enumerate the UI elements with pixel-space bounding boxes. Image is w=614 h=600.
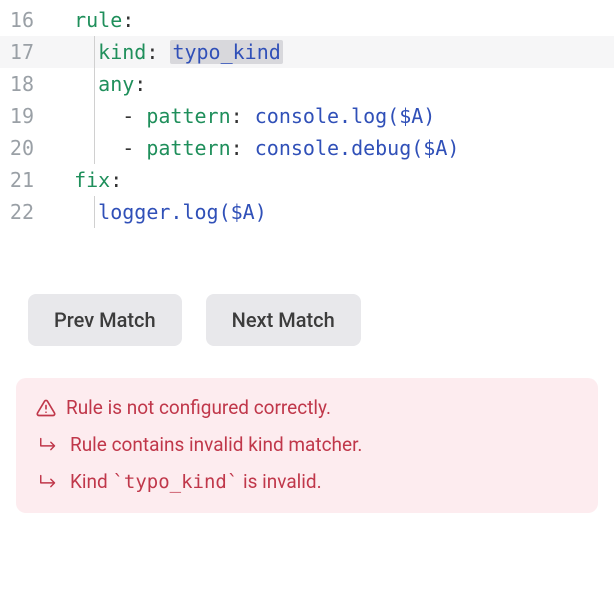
warning-icon bbox=[36, 398, 56, 418]
code-line[interactable]: 20 - pattern: console.debug($A) bbox=[0, 132, 614, 164]
code-line[interactable]: 17 kind: typo_kind bbox=[0, 36, 614, 68]
indent-guide bbox=[94, 36, 95, 68]
error-sub-2-text: Kind `typo_kind` is invalid. bbox=[70, 470, 322, 493]
controls-panel: Prev Match Next Match bbox=[0, 276, 614, 358]
error-sub-1-text: Rule contains invalid kind matcher. bbox=[70, 433, 362, 456]
next-match-button[interactable]: Next Match bbox=[206, 294, 361, 346]
line-number: 19 bbox=[0, 100, 50, 132]
code-line[interactable]: 16 rule: bbox=[0, 4, 614, 36]
line-number: 21 bbox=[0, 164, 50, 196]
code-line[interactable]: 19 - pattern: console.log($A) bbox=[0, 100, 614, 132]
code-content[interactable]: fix: bbox=[50, 164, 614, 196]
reply-arrow-icon bbox=[38, 436, 60, 454]
reply-arrow-icon bbox=[38, 473, 60, 491]
code-content[interactable]: kind: typo_kind bbox=[50, 36, 614, 68]
line-number: 20 bbox=[0, 132, 50, 164]
code-content[interactable]: any: bbox=[50, 68, 614, 100]
error-panel: Rule is not configured correctly. Rule c… bbox=[16, 378, 598, 513]
code-content[interactable]: - pattern: console.log($A) bbox=[50, 100, 614, 132]
code-content[interactable]: rule: bbox=[50, 4, 614, 36]
error-main-text: Rule is not configured correctly. bbox=[66, 396, 331, 419]
line-number: 22 bbox=[0, 196, 50, 228]
line-number: 17 bbox=[0, 36, 50, 68]
line-number: 18 bbox=[0, 68, 50, 100]
line-number: 16 bbox=[0, 4, 50, 36]
indent-guide bbox=[94, 68, 95, 100]
code-line[interactable]: 18 any: bbox=[0, 68, 614, 100]
button-row: Prev Match Next Match bbox=[28, 294, 586, 346]
error-main: Rule is not configured correctly. bbox=[36, 396, 578, 419]
code-editor[interactable]: 16 rule:17 kind: typo_kind18 any:19 - pa… bbox=[0, 0, 614, 228]
indent-guide bbox=[94, 100, 95, 132]
prev-match-button[interactable]: Prev Match bbox=[28, 294, 182, 346]
code-line[interactable]: 21 fix: bbox=[0, 164, 614, 196]
error-kind-code: `typo_kind` bbox=[112, 471, 238, 493]
code-content[interactable]: - pattern: console.debug($A) bbox=[50, 132, 614, 164]
indent-guide bbox=[94, 196, 95, 228]
code-content[interactable]: logger.log($A) bbox=[50, 196, 614, 228]
code-line[interactable]: 22 logger.log($A) bbox=[0, 196, 614, 228]
error-sub-2: Kind `typo_kind` is invalid. bbox=[36, 470, 578, 493]
indent-guide bbox=[94, 132, 95, 164]
error-sub-1: Rule contains invalid kind matcher. bbox=[36, 433, 578, 456]
